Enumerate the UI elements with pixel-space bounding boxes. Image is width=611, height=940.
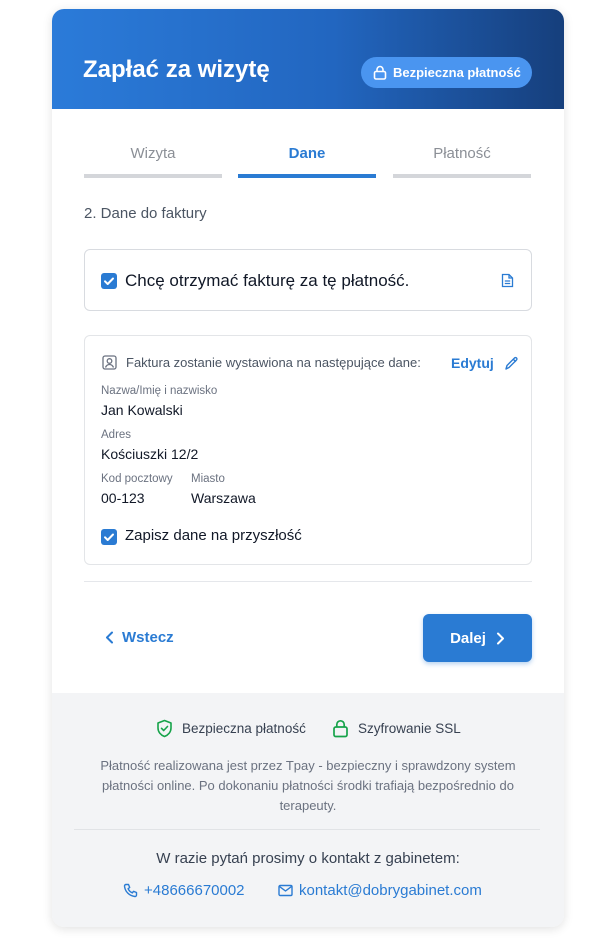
city-label: Miasto <box>191 473 225 485</box>
footer-divider <box>74 829 540 830</box>
billing-data-box: Faktura zostanie wystawiona na następują… <box>84 335 532 565</box>
postal-code-value: 00-123 <box>101 490 145 506</box>
page-title: Zapłać za wizytę <box>83 56 270 83</box>
secure-payment-info: Bezpieczna płatność <box>156 719 306 738</box>
checkmark-icon <box>104 277 114 285</box>
document-icon <box>501 273 514 288</box>
footer: Bezpieczna płatność Szyfrowanie SSL Płat… <box>52 693 564 927</box>
payment-description: Płatność realizowana jest przez Tpay - b… <box>100 758 516 813</box>
tab-platnosc-indicator <box>393 174 531 178</box>
address-label: Adres <box>101 429 132 441</box>
email-link[interactable]: kontakt@dobrygabinet.com <box>278 882 482 899</box>
invoice-checkbox[interactable] <box>101 273 117 289</box>
user-card-icon <box>102 355 117 370</box>
city-value: Warszawa <box>191 490 256 506</box>
edit-billing-button[interactable]: Edytuj <box>451 355 519 371</box>
tab-wizyta-indicator <box>84 174 222 178</box>
divider <box>84 581 532 582</box>
ssl-info-label: Szyfrowanie SSL <box>358 721 461 736</box>
secure-payment-info-label: Bezpieczna płatność <box>182 721 306 736</box>
next-button-label[interactable]: Dalej <box>450 630 486 647</box>
header: Zapłać za wizytę Bezpieczna płatność <box>52 9 564 109</box>
invoice-option-box: Chcę otrzymać fakturę za tę płatność. <box>84 249 532 311</box>
name-label: Nazwa/Imię i nazwisko <box>101 385 218 397</box>
save-data-label[interactable]: Zapisz dane na przyszłość <box>125 527 302 544</box>
pencil-icon[interactable] <box>504 356 519 371</box>
payment-card: Zapłać za wizytę Bezpieczna płatność Wiz… <box>52 9 564 927</box>
contact-title: W razie pytań prosimy o kontakt z gabine… <box>156 850 460 867</box>
tab-wizyta[interactable]: Wizyta <box>84 145 222 162</box>
postal-code-label: Kod pocztowy <box>101 473 173 485</box>
email-address[interactable]: kontakt@dobrygabinet.com <box>299 882 482 899</box>
ssl-info: Szyfrowanie SSL <box>332 719 461 738</box>
invoice-checkbox-label[interactable]: Chcę otrzymać fakturę za tę płatność. <box>125 271 409 291</box>
shield-check-icon <box>157 719 172 738</box>
lock-icon <box>333 719 348 738</box>
mail-icon <box>278 884 293 897</box>
section-title: 2. Dane do faktury <box>84 205 207 222</box>
chevron-left-icon <box>106 631 113 644</box>
checkmark-icon <box>104 533 114 541</box>
save-data-checkbox[interactable] <box>101 529 117 545</box>
name-value: Jan Kowalski <box>101 402 183 418</box>
chevron-right-icon <box>496 632 504 644</box>
tab-dane[interactable]: Dane <box>238 145 376 162</box>
address-value: Kościuszki 12/2 <box>101 446 199 462</box>
tab-platnosc[interactable]: Płatność <box>393 145 531 162</box>
next-button[interactable]: Dalej <box>423 614 532 662</box>
secure-payment-badge: Bezpieczna płatność <box>361 57 532 88</box>
phone-icon <box>123 883 138 898</box>
phone-number[interactable]: +48666670002 <box>144 882 245 899</box>
edit-label[interactable]: Edytuj <box>451 355 494 371</box>
secure-badge-label: Bezpieczna płatność <box>393 65 521 80</box>
lock-icon <box>373 65 387 80</box>
tab-dane-indicator <box>238 174 376 178</box>
billing-intro-text: Faktura zostanie wystawiona na następują… <box>126 355 421 370</box>
back-button[interactable]: Wstecz <box>105 629 174 646</box>
phone-link[interactable]: +48666670002 <box>123 882 245 899</box>
back-button-label[interactable]: Wstecz <box>122 629 174 646</box>
